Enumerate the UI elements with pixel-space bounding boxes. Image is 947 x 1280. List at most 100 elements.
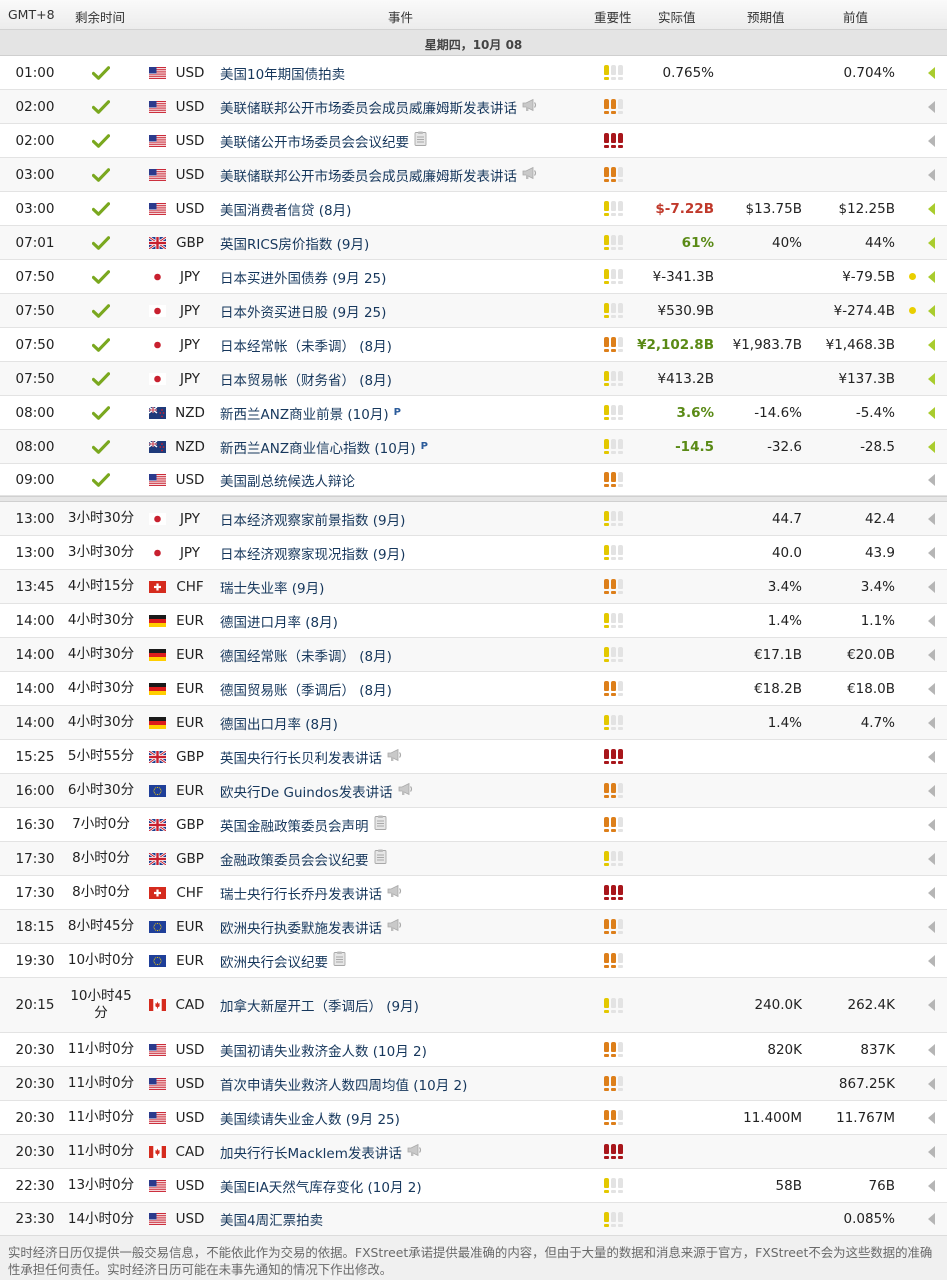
table-row[interactable]: 02:00 USD 美联储联邦公开市场委员会成员威廉姆斯发表讲话 xyxy=(0,90,947,124)
event-name-link[interactable]: 美联储联邦公开市场委员会成员威廉姆斯发表讲话 xyxy=(220,158,595,191)
expand-arrow-icon[interactable] xyxy=(924,1203,938,1235)
expand-arrow-icon[interactable] xyxy=(924,1033,938,1066)
table-row[interactable]: 22:30 13小时0分 USD 美国EIA天然气库存变化 (10月 2) 58B 76B xyxy=(0,1169,947,1203)
event-name[interactable]: 日本外资买进日股 (9月 25) xyxy=(220,301,386,321)
event-name[interactable]: 新西兰ANZ商业信心指数 (10月) xyxy=(220,437,416,457)
event-name[interactable]: 瑞士央行行长乔丹发表讲话 xyxy=(220,883,382,903)
table-row[interactable]: 13:00 3小时30分 JPY 日本经济观察家现况指数 (9月) 40.0 43.9 xyxy=(0,536,947,570)
expand-arrow-icon[interactable] xyxy=(924,464,938,495)
expand-arrow-icon[interactable] xyxy=(924,774,938,807)
expand-arrow-icon[interactable] xyxy=(924,396,938,429)
event-name-link[interactable]: 日本经常帐（未季调） (8月) xyxy=(220,328,595,361)
table-row[interactable]: 18:15 8小时45分 EUR 欧洲央行执委默施发表讲话 xyxy=(0,910,947,944)
event-name-link[interactable]: 新西兰ANZ商业前景 (10月) P xyxy=(220,396,595,429)
expand-arrow-icon[interactable] xyxy=(924,328,938,361)
event-name-link[interactable]: 美国EIA天然气库存变化 (10月 2) xyxy=(220,1169,595,1202)
table-row[interactable]: 20:15 10小时45分 CAD 加拿大新屋开工（季调后） (9月) 240.0K 26… xyxy=(0,978,947,1033)
table-row[interactable]: 16:30 7小时0分 GBP 英国金融政策委员会声明 xyxy=(0,808,947,842)
event-name-link[interactable]: 英国RICS房价指数 (9月) xyxy=(220,226,595,259)
event-name-link[interactable]: 日本经济观察家前景指数 (9月) xyxy=(220,502,595,535)
table-row[interactable]: 19:30 10小时0分 EUR 欧洲央行会议纪要 xyxy=(0,944,947,978)
table-row[interactable]: 17:30 8小时0分 GBP 金融政策委员会会议纪要 xyxy=(0,842,947,876)
event-name-link[interactable]: 日本贸易帐（财务省） (8月) xyxy=(220,362,595,395)
table-row[interactable]: 13:45 4小时15分 CHF 瑞士失业率 (9月) 3.4% 3.4% xyxy=(0,570,947,604)
expand-arrow-icon[interactable] xyxy=(924,706,938,739)
expand-arrow-icon[interactable] xyxy=(924,124,938,157)
event-name-link[interactable]: 瑞士失业率 (9月) xyxy=(220,570,595,603)
expand-arrow-icon[interactable] xyxy=(924,362,938,395)
event-name-link[interactable]: 美国初请失业救济金人数 (10月 2) xyxy=(220,1033,595,1066)
event-name-link[interactable]: 美联储公开市场委员会会议纪要 xyxy=(220,124,595,157)
event-name-link[interactable]: 日本买进外国债券 (9月 25) xyxy=(220,260,595,293)
event-name[interactable]: 德国贸易账（季调后） (8月) xyxy=(220,679,392,699)
event-name[interactable]: 瑞士失业率 (9月) xyxy=(220,577,324,597)
event-name-link[interactable]: 日本外资买进日股 (9月 25) xyxy=(220,294,595,327)
event-name-link[interactable]: 新西兰ANZ商业信心指数 (10月) P xyxy=(220,430,595,463)
table-row[interactable]: 03:00 USD 美联储联邦公开市场委员会成员威廉姆斯发表讲话 xyxy=(0,158,947,192)
expand-arrow-icon[interactable] xyxy=(924,294,938,327)
event-name[interactable]: 英国央行行长贝利发表讲话 xyxy=(220,747,382,767)
event-name[interactable]: 欧央行De Guindos发表讲话 xyxy=(220,781,393,801)
event-name-link[interactable]: 德国经常账（未季调） (8月) xyxy=(220,638,595,671)
event-name[interactable]: 美国消费者信贷 (8月) xyxy=(220,199,351,219)
event-name[interactable]: 欧洲央行执委默施发表讲话 xyxy=(220,917,382,937)
table-row[interactable]: 16:00 6小时30分 EUR 欧央行De Guindos发表讲话 xyxy=(0,774,947,808)
event-name[interactable]: 日本经常帐（未季调） (8月) xyxy=(220,335,392,355)
table-row[interactable]: 07:50 JPY 日本外资买进日股 (9月 25) ¥530.9B ¥-274.4B xyxy=(0,294,947,328)
expand-arrow-icon[interactable] xyxy=(924,876,938,909)
event-name-link[interactable]: 金融政策委员会会议纪要 xyxy=(220,842,595,875)
expand-arrow-icon[interactable] xyxy=(924,910,938,943)
event-name[interactable]: 德国经常账（未季调） (8月) xyxy=(220,645,392,665)
event-name[interactable]: 美国10年期国债拍卖 xyxy=(220,63,345,83)
table-row[interactable]: 14:00 4小时30分 EUR 德国经常账（未季调） (8月) €17.1B €20.0… xyxy=(0,638,947,672)
event-name-link[interactable]: 欧央行De Guindos发表讲话 xyxy=(220,774,595,807)
expand-arrow-icon[interactable] xyxy=(924,536,938,569)
event-name-link[interactable]: 美国续请失业金人数 (9月 25) xyxy=(220,1101,595,1134)
table-row[interactable]: 14:00 4小时30分 EUR 德国出口月率 (8月) 1.4% 4.7% xyxy=(0,706,947,740)
event-name[interactable]: 美国续请失业金人数 (9月 25) xyxy=(220,1108,400,1128)
expand-arrow-icon[interactable] xyxy=(924,226,938,259)
event-name[interactable]: 德国进口月率 (8月) xyxy=(220,611,338,631)
event-name-link[interactable]: 美国10年期国债拍卖 xyxy=(220,56,595,89)
event-name-link[interactable]: 加央行行长Macklem发表讲话 xyxy=(220,1135,595,1168)
expand-arrow-icon[interactable] xyxy=(924,260,938,293)
event-name-link[interactable]: 美国副总统候选人辩论 xyxy=(220,464,595,495)
header-timezone[interactable]: GMT+8 xyxy=(8,7,55,22)
event-name[interactable]: 日本经济观察家现况指数 (9月) xyxy=(220,543,405,563)
table-row[interactable]: 20:30 11小时0分 USD 首次申请失业救济人数四周均值 (10月 2) 867.… xyxy=(0,1067,947,1101)
expand-arrow-icon[interactable] xyxy=(924,90,938,123)
event-name[interactable]: 新西兰ANZ商业前景 (10月) xyxy=(220,403,389,423)
expand-arrow-icon[interactable] xyxy=(924,740,938,773)
expand-arrow-icon[interactable] xyxy=(924,604,938,637)
event-name[interactable]: 美联储联邦公开市场委员会成员威廉姆斯发表讲话 xyxy=(220,165,517,185)
event-name[interactable]: 日本买进外国债券 (9月 25) xyxy=(220,267,386,287)
event-name-link[interactable]: 欧洲央行执委默施发表讲话 xyxy=(220,910,595,943)
event-name-link[interactable]: 英国央行行长贝利发表讲话 xyxy=(220,740,595,773)
table-row[interactable]: 14:00 4小时30分 EUR 德国进口月率 (8月) 1.4% 1.1% xyxy=(0,604,947,638)
expand-arrow-icon[interactable] xyxy=(924,638,938,671)
table-row[interactable]: 07:50 JPY 日本买进外国债券 (9月 25) ¥-341.3B ¥-79.5B xyxy=(0,260,947,294)
table-row[interactable]: 02:00 USD 美联储公开市场委员会会议纪要 xyxy=(0,124,947,158)
event-name-link[interactable]: 欧洲央行会议纪要 xyxy=(220,944,595,977)
event-name[interactable]: 美国4周汇票拍卖 xyxy=(220,1209,323,1229)
event-name[interactable]: 英国RICS房价指数 (9月) xyxy=(220,233,369,253)
event-name[interactable]: 日本贸易帐（财务省） (8月) xyxy=(220,369,392,389)
event-name-link[interactable]: 德国出口月率 (8月) xyxy=(220,706,595,739)
event-name[interactable]: 日本经济观察家前景指数 (9月) xyxy=(220,509,405,529)
expand-arrow-icon[interactable] xyxy=(924,842,938,875)
event-name-link[interactable]: 美国消费者信贷 (8月) xyxy=(220,192,595,225)
event-name[interactable]: 德国出口月率 (8月) xyxy=(220,713,338,733)
table-row[interactable]: 07:01 GBP 英国RICS房价指数 (9月) 61% 40% 44% xyxy=(0,226,947,260)
event-name-link[interactable]: 瑞士央行行长乔丹发表讲话 xyxy=(220,876,595,909)
table-row[interactable]: 09:00 USD 美国副总统候选人辩论 xyxy=(0,464,947,496)
expand-arrow-icon[interactable] xyxy=(924,192,938,225)
event-name-link[interactable]: 美联储联邦公开市场委员会成员威廉姆斯发表讲话 xyxy=(220,90,595,123)
expand-arrow-icon[interactable] xyxy=(924,1135,938,1168)
event-name[interactable]: 加拿大新屋开工（季调后） (9月) xyxy=(220,995,419,1015)
expand-arrow-icon[interactable] xyxy=(924,1101,938,1134)
table-row[interactable]: 14:00 4小时30分 EUR 德国贸易账（季调后） (8月) €18.2B €18.0… xyxy=(0,672,947,706)
table-row[interactable]: 03:00 USD 美国消费者信贷 (8月) $-7.22B $13.75B $12.25… xyxy=(0,192,947,226)
table-row[interactable]: 15:25 5小时55分 GBP 英国央行行长贝利发表讲话 xyxy=(0,740,947,774)
event-name[interactable]: 美联储联邦公开市场委员会成员威廉姆斯发表讲话 xyxy=(220,97,517,117)
event-name[interactable]: 欧洲央行会议纪要 xyxy=(220,951,328,971)
